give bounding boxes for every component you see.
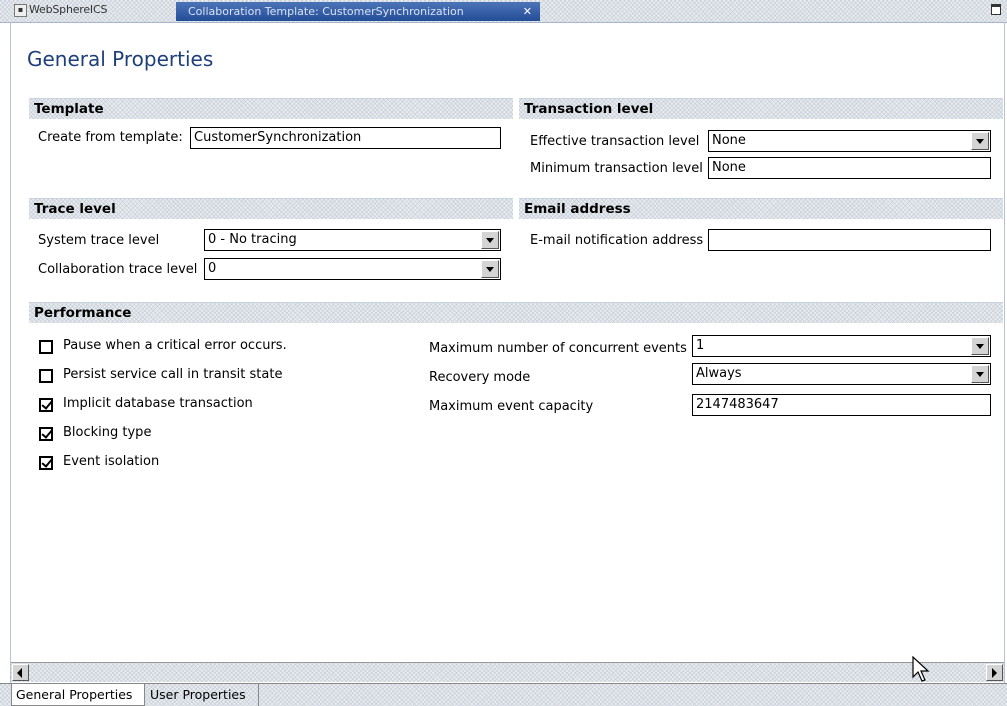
- effective-transaction-value: None: [712, 133, 746, 148]
- pause-critical-error-label: Pause when a critical error occurs.: [63, 338, 287, 353]
- minimum-transaction-label: Minimum transaction level: [530, 161, 703, 176]
- scroll-left-icon[interactable]: [12, 664, 29, 681]
- pause-critical-error-checkbox[interactable]: [39, 340, 53, 354]
- section-template: Template: [29, 98, 513, 119]
- recovery-mode-value: Always: [696, 366, 742, 381]
- max-concurrent-events-select[interactable]: 1: [692, 335, 991, 357]
- section-performance: Performance: [29, 302, 1003, 323]
- mouse-cursor-icon: [912, 656, 930, 682]
- editor-frame-left: [10, 22, 11, 706]
- system-trace-select[interactable]: 0 - No tracing: [204, 229, 501, 251]
- max-concurrent-events-value: 1: [696, 338, 705, 353]
- chevron-down-icon[interactable]: [481, 231, 499, 249]
- editor-tab-strip: ▪ WebSphereICS Collaboration Template: Cu…: [0, 0, 1007, 23]
- persist-service-call-checkbox[interactable]: [39, 369, 53, 383]
- chevron-down-icon[interactable]: [971, 132, 989, 150]
- section-performance-heading: Performance: [34, 305, 132, 321]
- system-trace-label: System trace level: [38, 233, 160, 248]
- max-concurrent-events-label: Maximum number of concurrent events: [429, 341, 687, 356]
- blocking-type-label: Blocking type: [63, 425, 152, 440]
- collaboration-trace-value: 0: [208, 261, 217, 276]
- collaboration-trace-select[interactable]: 0: [204, 258, 501, 280]
- tab-websphere-ics-label: WebSphereICS: [29, 3, 108, 16]
- email-notification-label: E-mail notification address: [530, 233, 704, 248]
- tab-collaboration-template[interactable]: Collaboration Template: CustomerSynchron…: [176, 2, 540, 21]
- effective-transaction-select[interactable]: None: [708, 130, 991, 152]
- tab-general-properties[interactable]: General Properties: [11, 684, 145, 706]
- page-tab-strip: General Properties User Properties: [0, 683, 1007, 706]
- event-isolation-checkbox[interactable]: [39, 456, 53, 470]
- scroll-right-icon[interactable]: [986, 664, 1003, 681]
- page-title: General Properties: [27, 47, 214, 71]
- section-transaction-level: Transaction level: [519, 98, 1003, 119]
- section-template-heading: Template: [34, 101, 104, 117]
- recovery-mode-select[interactable]: Always: [692, 363, 991, 385]
- horizontal-scrollbar[interactable]: [11, 662, 1004, 682]
- section-transaction-heading: Transaction level: [524, 101, 654, 117]
- minimum-transaction-field[interactable]: None: [708, 157, 991, 179]
- max-event-capacity-label: Maximum event capacity: [429, 399, 594, 414]
- create-from-template-input[interactable]: CustomerSynchronization: [190, 127, 501, 149]
- section-trace-heading: Trace level: [34, 201, 116, 217]
- section-trace-level: Trace level: [29, 198, 513, 219]
- editor-frame-right: [1004, 22, 1005, 684]
- blocking-type-checkbox[interactable]: [39, 427, 53, 441]
- recovery-mode-label: Recovery mode: [429, 370, 531, 385]
- tab-websphere-ics[interactable]: ▪ WebSphereICS: [14, 3, 164, 20]
- persist-service-call-label: Persist service call in transit state: [63, 367, 283, 382]
- event-isolation-label: Event isolation: [63, 454, 160, 469]
- tab-user-properties[interactable]: User Properties: [146, 684, 259, 706]
- close-icon[interactable]: ✕: [523, 2, 532, 21]
- chevron-down-icon[interactable]: [971, 337, 989, 355]
- tab-collaboration-template-label: Collaboration Template: CustomerSynchron…: [188, 5, 464, 18]
- websphere-icon: ▪: [14, 3, 27, 17]
- system-trace-value: 0 - No tracing: [208, 232, 297, 247]
- maximize-icon[interactable]: [991, 4, 1001, 15]
- chevron-down-icon[interactable]: [971, 365, 989, 383]
- implicit-db-transaction-checkbox[interactable]: [39, 398, 53, 412]
- collaboration-trace-label: Collaboration trace level: [38, 262, 198, 277]
- chevron-down-icon[interactable]: [481, 260, 499, 278]
- max-event-capacity-field[interactable]: 2147483647: [692, 394, 991, 416]
- effective-transaction-label: Effective transaction level: [530, 134, 700, 149]
- section-email-heading: Email address: [524, 201, 631, 217]
- create-from-template-label: Create from template:: [38, 130, 183, 145]
- section-email-address: Email address: [519, 198, 1003, 219]
- implicit-db-transaction-label: Implicit database transaction: [63, 396, 253, 411]
- email-notification-field[interactable]: [708, 229, 991, 251]
